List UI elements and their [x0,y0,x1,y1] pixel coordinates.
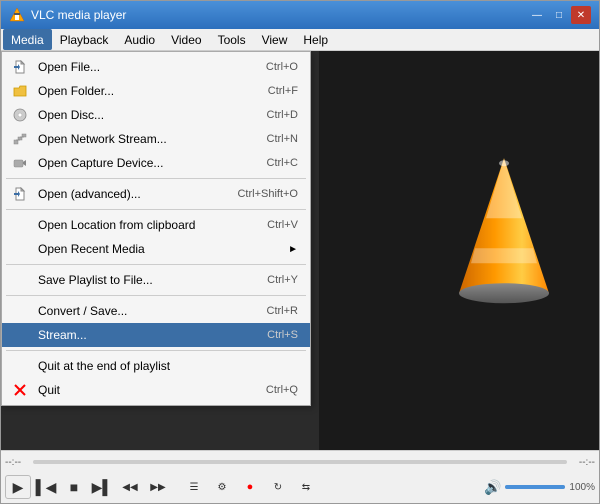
stream-shortcut: Ctrl+S [267,329,298,341]
seek-track[interactable] [33,460,567,464]
menu-item-open-folder[interactable]: Open Folder... Ctrl+F [2,79,310,103]
open-recent-arrow: ► [288,244,298,255]
open-disc-icon [10,108,30,122]
media-dropdown: Open File... Ctrl+O Open Folder... Ctrl+… [1,51,311,406]
separator-2 [6,209,306,210]
prev-button[interactable]: ▌◀ [33,475,59,499]
menu-video[interactable]: Video [163,29,209,50]
menu-audio[interactable]: Audio [116,29,163,50]
open-capture-shortcut: Ctrl+C [267,157,298,169]
stop-button[interactable]: ■ [61,475,87,499]
separator-3 [6,264,306,265]
menu-media[interactable]: Media [3,29,52,50]
seek-end: --:-- [571,457,595,468]
record-button[interactable]: ● [237,475,263,499]
menu-item-open-capture[interactable]: Open Capture Device... Ctrl+C [2,151,310,175]
extended-button[interactable]: ⚙ [209,475,235,499]
content-area: Open File... Ctrl+O Open Folder... Ctrl+… [1,51,599,450]
video-area [319,51,599,450]
volume-icon: 🔊 [484,479,501,496]
separator-1 [6,178,306,179]
menu-item-stream[interactable]: Stream... Ctrl+S [2,323,310,347]
menu-item-open-advanced[interactable]: Open (advanced)... Ctrl+Shift+O [2,182,310,206]
open-network-shortcut: Ctrl+N [267,133,298,145]
open-folder-icon [10,84,30,98]
save-playlist-label: Save Playlist to File... [38,273,153,287]
convert-save-shortcut: Ctrl+R [267,305,298,317]
menu-bar: Media Playback Audio Video Tools View He… [1,29,599,51]
title-bar: VLC media player — □ ✕ [1,1,599,29]
skip-fwd-button[interactable]: ▶▶ [145,475,171,499]
open-location-shortcut: Ctrl+V [267,219,298,231]
volume-track[interactable] [505,485,565,489]
buttons-row: ▶ ▌◀ ■ ▶▌ ◀◀ ▶▶ ☰ ⚙ ● ↻ ⇆ [5,473,595,501]
playlist-button[interactable]: ☰ [181,475,207,499]
save-playlist-shortcut: Ctrl+Y [267,274,298,286]
quit-label: Quit [38,383,60,397]
open-folder-shortcut: Ctrl+F [268,85,298,97]
open-network-label: Open Network Stream... [38,132,167,146]
menu-item-open-location[interactable]: Open Location from clipboard Ctrl+V [2,213,310,237]
quit-playlist-label: Quit at the end of playlist [38,359,170,373]
minimize-button[interactable]: — [527,6,547,24]
separator-5 [6,350,306,351]
window-title: VLC media player [31,8,527,22]
skip-back-button[interactable]: ◀◀ [117,475,143,499]
open-network-icon [10,132,30,146]
volume-percent: 100% [569,482,595,493]
maximize-button[interactable]: □ [549,6,569,24]
menu-view[interactable]: View [254,29,296,50]
loop-button[interactable]: ↻ [265,475,291,499]
seek-start: --:-- [5,457,29,468]
menu-item-save-playlist[interactable]: Save Playlist to File... Ctrl+Y [2,268,310,292]
open-disc-label: Open Disc... [38,108,104,122]
volume-area: 🔊 100% [484,479,595,496]
open-recent-label: Open Recent Media [38,242,145,256]
open-capture-label: Open Capture Device... [38,156,163,170]
quit-icon [10,383,30,397]
open-file-icon [10,60,30,74]
vlc-cone [439,153,569,316]
random-button[interactable]: ⇆ [293,475,319,499]
app-icon [9,7,25,23]
quit-shortcut: Ctrl+Q [266,384,298,396]
controls-bar: --:-- --:-- ▶ ▌◀ ■ ▶▌ ◀◀ ▶▶ ☰ ⚙ ● [1,450,599,503]
open-file-shortcut: Ctrl+O [266,61,298,73]
convert-save-label: Convert / Save... [38,304,127,318]
volume-fill [505,485,565,489]
menu-tools[interactable]: Tools [210,29,254,50]
menu-item-quit[interactable]: Quit Ctrl+Q [2,378,310,402]
open-disc-shortcut: Ctrl+D [267,109,298,121]
vlc-window: VLC media player — □ ✕ Media Playback Au… [0,0,600,504]
open-advanced-icon [10,187,30,201]
window-controls: — □ ✕ [527,6,591,24]
open-folder-label: Open Folder... [38,84,114,98]
open-location-label: Open Location from clipboard [38,218,195,232]
seek-bar-area: --:-- --:-- [5,453,595,471]
open-capture-icon [10,156,30,170]
menu-item-open-recent[interactable]: Open Recent Media ► [2,237,310,261]
open-advanced-label: Open (advanced)... [38,187,141,201]
close-button[interactable]: ✕ [571,6,591,24]
next-button[interactable]: ▶▌ [89,475,115,499]
open-file-label: Open File... [38,60,100,74]
menu-item-open-disc[interactable]: Open Disc... Ctrl+D [2,103,310,127]
play-button[interactable]: ▶ [5,475,31,499]
stream-label: Stream... [38,328,87,342]
menu-help[interactable]: Help [295,29,336,50]
menu-item-convert-save[interactable]: Convert / Save... Ctrl+R [2,299,310,323]
separator-4 [6,295,306,296]
menu-item-quit-playlist[interactable]: Quit at the end of playlist [2,354,310,378]
open-advanced-shortcut: Ctrl+Shift+O [237,188,298,200]
menu-item-open-file[interactable]: Open File... Ctrl+O [2,55,310,79]
menu-item-open-network[interactable]: Open Network Stream... Ctrl+N [2,127,310,151]
menu-playback[interactable]: Playback [52,29,117,50]
